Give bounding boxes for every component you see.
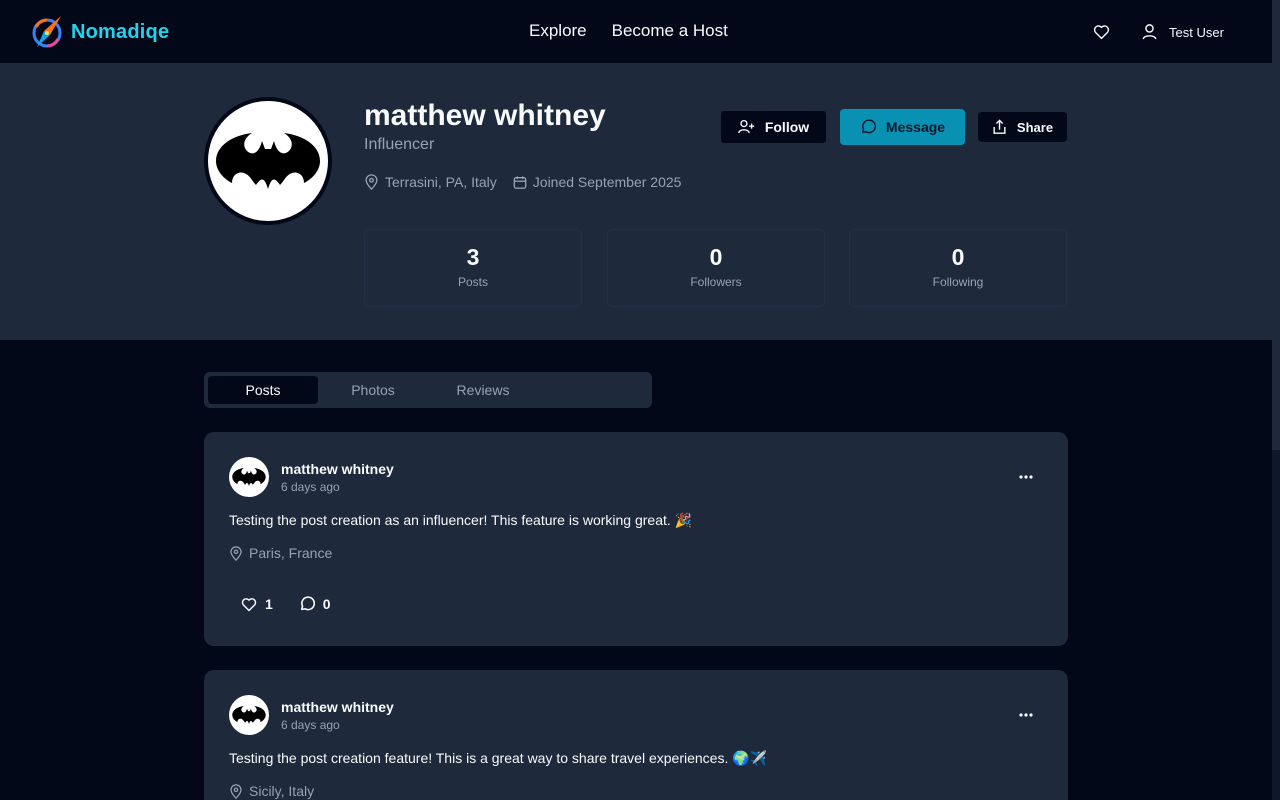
profile-joined: Joined September 2025 [513, 174, 682, 190]
profile-joined-text: Joined September 2025 [532, 174, 682, 190]
user-plus-icon [737, 119, 754, 134]
stat-following-label: Following [932, 275, 984, 289]
follow-button-label: Follow [764, 119, 810, 135]
post-timestamp: 6 days ago [281, 480, 340, 494]
profile-meta: Terrasini, PA, Italy Joined September 20… [364, 174, 681, 190]
scrollbar-track[interactable] [1272, 0, 1280, 800]
user-name: Test User [1169, 24, 1224, 40]
brand-logo[interactable]: Nomadiqe [31, 14, 169, 50]
batman-logo-icon [216, 133, 320, 189]
post-card: matthew whitney 6 days ago Testing the p… [204, 670, 1068, 800]
user-icon [1142, 24, 1157, 40]
stat-following-value: 0 [951, 244, 965, 270]
profile-tabs: Posts Photos Reviews [204, 372, 652, 408]
comment-button[interactable]: 0 [299, 596, 331, 612]
post-location: Sicily, Italy [229, 783, 314, 799]
tab-photos[interactable]: Photos [318, 376, 428, 404]
main-nav: Explore Become a Host [529, 21, 728, 41]
batman-logo-icon [232, 468, 266, 486]
post-author-avatar[interactable] [229, 695, 269, 735]
profile-role: Influencer [364, 136, 435, 153]
user-menu[interactable]: Test User [1142, 24, 1224, 40]
like-count: 1 [265, 596, 273, 612]
brand-name: Nomadiqe [71, 20, 170, 43]
post-text: Testing the post creation as an influenc… [229, 512, 693, 528]
post-actions: 1 0 [241, 596, 331, 612]
profile-avatar [204, 97, 332, 225]
like-button[interactable]: 1 [241, 596, 273, 612]
profile-location: Terrasini, PA, Italy [364, 174, 497, 190]
stat-following[interactable]: 0 Following [849, 229, 1067, 307]
share-button[interactable]: Share [978, 112, 1067, 142]
more-options-icon[interactable] [1018, 707, 1034, 723]
comment-icon [300, 596, 315, 611]
map-pin-icon [230, 545, 242, 561]
share-button-label: Share [1016, 119, 1054, 135]
post-timestamp: 6 days ago [281, 718, 340, 732]
message-button[interactable]: Message [840, 109, 965, 145]
map-pin-icon [365, 174, 378, 190]
stat-followers-value: 0 [709, 244, 723, 270]
profile-location-text: Terrasini, PA, Italy [385, 174, 497, 190]
map-pin-icon [230, 783, 242, 799]
post-location-text: Sicily, Italy [249, 783, 315, 799]
more-options-icon[interactable] [1018, 469, 1034, 485]
stat-followers-label: Followers [690, 275, 742, 289]
post-location: Paris, France [229, 545, 332, 561]
heart-icon [241, 597, 257, 611]
stat-posts[interactable]: 3 Posts [364, 229, 582, 307]
batman-logo-icon [232, 706, 266, 724]
message-circle-icon [861, 119, 876, 134]
post-author-name[interactable]: matthew whitney [281, 699, 394, 715]
profile-name: matthew whitney [364, 99, 606, 132]
post-text: Testing the post creation feature! This … [229, 750, 768, 766]
comment-count: 0 [322, 596, 331, 612]
scrollbar-thumb[interactable] [1272, 0, 1280, 450]
top-navbar: Nomadiqe Explore Become a Host Test User [0, 0, 1272, 64]
tab-posts[interactable]: Posts [208, 376, 318, 404]
share-icon [993, 119, 1006, 134]
post-card: matthew whitney 6 days ago Testing the p… [204, 432, 1068, 646]
follow-button[interactable]: Follow [720, 110, 827, 144]
stat-posts-label: Posts [457, 275, 488, 289]
compass-logo-icon [32, 16, 62, 48]
post-author-avatar[interactable] [229, 457, 269, 497]
heart-icon[interactable] [1093, 24, 1110, 40]
post-location-text: Paris, France [249, 545, 333, 561]
stat-followers[interactable]: 0 Followers [607, 229, 825, 307]
tab-reviews[interactable]: Reviews [428, 376, 538, 404]
nav-explore[interactable]: Explore [529, 21, 587, 41]
stat-posts-value: 3 [466, 244, 480, 270]
calendar-icon [513, 175, 527, 189]
post-author-name[interactable]: matthew whitney [281, 461, 394, 477]
nav-become-host[interactable]: Become a Host [612, 21, 728, 41]
message-button-label: Message [885, 119, 946, 135]
